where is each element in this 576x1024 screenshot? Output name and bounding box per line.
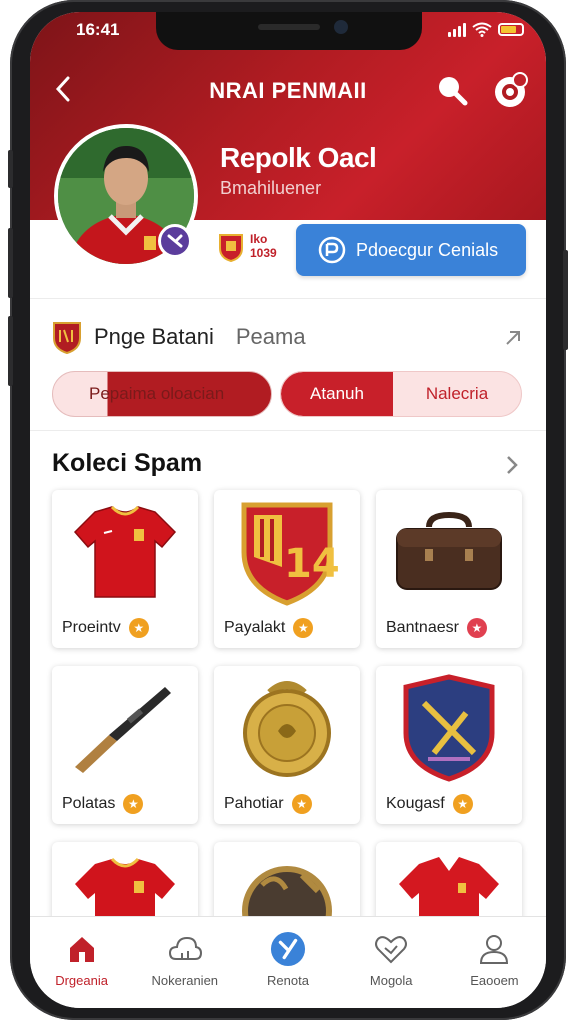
nav-label: Drgeania: [55, 973, 108, 988]
search-button[interactable]: [432, 70, 472, 110]
club-crest-icon: 14: [222, 496, 352, 608]
collection-section: Koleci Spam: [30, 430, 546, 477]
club-code: Iko 1039: [250, 232, 277, 260]
nav-item-center[interactable]: Renota: [236, 917, 339, 1008]
card-label-text: Polatas: [62, 795, 116, 812]
collection-card[interactable]: Proeintv ★: [52, 490, 198, 648]
card-label-text: Payalakt: [224, 619, 286, 636]
wifi-icon: [472, 22, 492, 37]
nav-item-profile[interactable]: Eaooem: [443, 917, 546, 1008]
collection-card-label: Pahotiar ★: [224, 794, 312, 814]
app-screen: 16:41 NRAI PENMAII Repolk Oacl Bmahiluen…: [30, 12, 546, 1008]
collection-title: Koleci Spam: [52, 449, 203, 477]
battery-icon: [498, 23, 524, 36]
collection-card[interactable]: 14 Payalakt ★: [214, 490, 360, 648]
star-badge-icon: ★: [293, 618, 314, 638]
star-badge-icon: ★: [291, 794, 312, 814]
filter-pill-segmented[interactable]: Atanuh Nalecria: [280, 371, 522, 417]
star-badge-icon: ★: [452, 794, 473, 814]
notification-button[interactable]: [490, 70, 530, 110]
star-badge-icon: ★: [123, 794, 144, 814]
collection-card-label: Kougasf ★: [386, 794, 473, 814]
segment-a[interactable]: Atanuh: [281, 372, 393, 416]
nav-label: Mogola: [369, 973, 413, 988]
chevron-right-icon[interactable]: [500, 453, 524, 477]
nav-label: Renota: [267, 973, 309, 988]
heart-icon: [373, 931, 409, 967]
signal-icon: [448, 22, 466, 37]
top-bar: NRAI PENMAII: [30, 68, 546, 112]
collection-card-label: Bantnaesr ★: [386, 618, 487, 638]
star-badge-icon: ★: [128, 618, 149, 638]
card-label-text: Bantnaesr: [386, 619, 459, 636]
contact-icon: [318, 236, 346, 264]
collection-card-label: Polatas ★: [62, 794, 144, 814]
bottom-navigation: Drgeania Nokeranien Renota Mogola Eaooem: [30, 916, 546, 1008]
volume-up-button: [8, 228, 13, 298]
club-code-line1: Iko: [250, 232, 268, 246]
filter-pill-primary[interactable]: Pepaima oloacian: [52, 371, 272, 417]
contact-button-label: Pdoecgur Cenials: [356, 239, 499, 260]
profile-name: Repolk Oacl: [220, 142, 377, 173]
arrow-up-right-icon: [506, 331, 520, 345]
nav-item-favorites[interactable]: Mogola: [340, 917, 443, 1008]
nav-label: Nokeranien: [151, 973, 219, 988]
verified-badge-icon: [158, 224, 192, 258]
collection-card-label: Proeintv ★: [62, 618, 149, 638]
card-label-text: Pahotiar: [224, 795, 284, 812]
red-jersey-icon: [60, 496, 190, 608]
page-section: Pnge Batani Peama Pepaima oloacian Atanu…: [30, 298, 546, 430]
status-time: 16:41: [76, 20, 120, 39]
page-section-title: Pnge Batani: [94, 324, 214, 349]
check-circle-icon: [270, 931, 306, 967]
segment-b[interactable]: Nalecria: [393, 384, 521, 404]
club-code-line2: 1039: [250, 246, 277, 260]
card-label-text: Kougasf: [386, 795, 445, 812]
page-section-subtitle: Peama: [235, 324, 306, 349]
rifle-icon: [60, 672, 190, 784]
page-row[interactable]: Pnge Batani Peama: [52, 319, 526, 355]
gold-medal-icon: [222, 672, 352, 784]
status-icons: [448, 22, 524, 37]
profile-subtitle: Bmahiluener: [220, 178, 322, 198]
club-crest-icon: [219, 234, 243, 262]
card-label-text: Proeintv: [62, 619, 121, 636]
nav-item-home[interactable]: Drgeania: [30, 917, 133, 1008]
star-badge-icon: ★: [466, 618, 487, 638]
svg-text:14: 14: [284, 541, 340, 587]
filter-pill-primary-label: Pepaima oloacian: [89, 384, 225, 403]
collection-card[interactable]: Bantnaesr ★: [376, 490, 522, 648]
blue-shield-icon: [384, 672, 514, 784]
cloud-icon: [167, 931, 203, 967]
power-button: [563, 250, 568, 350]
collection-card[interactable]: Kougasf ★: [376, 666, 522, 824]
collection-card[interactable]: Pahotiar ★: [214, 666, 360, 824]
club-crest-icon: [53, 322, 81, 354]
nav-label: Eaooem: [470, 973, 519, 988]
notification-icon: [495, 72, 528, 107]
search-icon: [439, 77, 468, 106]
volume-down-button: [8, 316, 13, 386]
collection-card-label: Payalakt ★: [224, 618, 314, 638]
leather-bag-icon: [384, 496, 514, 608]
mute-switch: [8, 150, 13, 188]
status-bar: 16:41: [30, 12, 546, 48]
collection-card[interactable]: Polatas ★: [52, 666, 198, 824]
user-icon: [476, 931, 512, 967]
contact-button[interactable]: Pdoecgur Cenials: [296, 224, 526, 276]
nav-item-cloud[interactable]: Nokeranien: [133, 917, 236, 1008]
home-icon: [64, 931, 100, 967]
